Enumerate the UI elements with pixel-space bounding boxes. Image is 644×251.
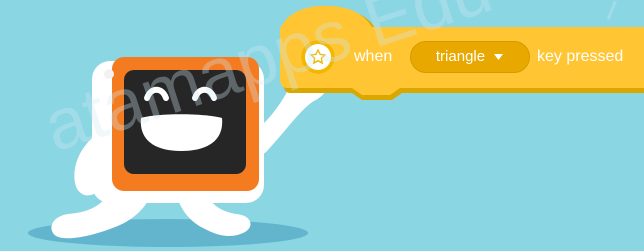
key-dropdown-label: triangle (435, 48, 486, 65)
star-icon (309, 48, 327, 65)
triangle-down-icon (494, 54, 504, 60)
when-key-pressed-block[interactable]: when triangle key pressed (280, 5, 644, 103)
when-label: when (354, 48, 393, 65)
key-pressed-label: key pressed (537, 48, 624, 65)
robot-highlight (104, 69, 114, 79)
key-dropdown[interactable]: triangle (410, 41, 530, 73)
event-start-icon (301, 40, 335, 74)
canvas: when triangle key pressed atamapps Edu (0, 0, 644, 251)
